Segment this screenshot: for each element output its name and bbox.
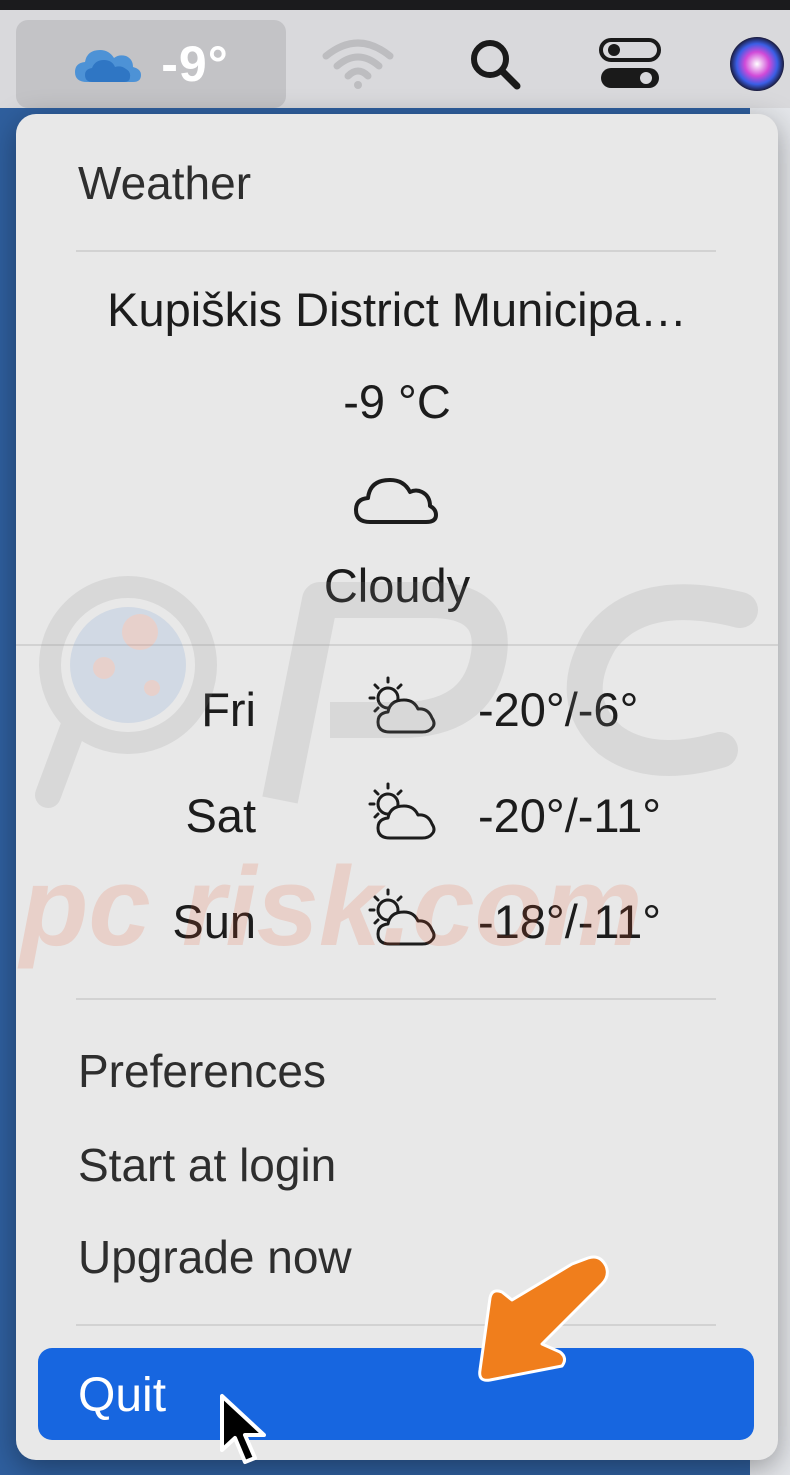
menu-bar: -9° <box>0 0 790 108</box>
forecast-day: Fri <box>201 683 256 736</box>
separator <box>76 998 716 1000</box>
wifi-icon <box>322 39 394 89</box>
menu-item-start-at-login[interactable]: Start at login <box>78 1138 336 1192</box>
partly-cloudy-icon <box>368 782 436 840</box>
menu-item-upgrade-now[interactable]: Upgrade now <box>78 1230 352 1284</box>
search-icon <box>471 40 521 90</box>
weather-dropdown-menu: Weather Kupiškis District Municipa… -9 °… <box>16 114 778 1460</box>
cloud-icon <box>354 478 438 524</box>
spotlight-search[interactable] <box>455 20 535 108</box>
mouse-cursor-icon <box>220 1394 266 1464</box>
forecast-row: Sat -20°/-11° <box>16 768 778 858</box>
siri-button[interactable] <box>720 20 790 108</box>
forecast-row: Fri -20°/-6° <box>16 662 778 752</box>
partly-cloudy-icon <box>368 676 436 734</box>
weather-condition: Cloudy <box>323 559 471 612</box>
current-temperature: -9 °C <box>343 375 451 428</box>
menubar-weather-item[interactable]: -9° <box>16 20 286 108</box>
forecast-row: Sun -18°/-11° <box>16 874 778 964</box>
forecast-day: Sun <box>172 895 256 948</box>
quit-menu-item[interactable]: Quit <box>38 1348 754 1440</box>
wifi-status[interactable] <box>318 20 398 108</box>
partly-cloudy-icon <box>368 888 436 946</box>
siri-icon <box>730 37 784 91</box>
cloud-icon <box>75 50 142 82</box>
location-name: Kupiškis District Municipa… <box>107 283 687 336</box>
control-center-icon <box>599 38 661 88</box>
menubar-temperature: -9° <box>161 36 229 92</box>
menu-title: Weather <box>78 157 252 209</box>
forecast-temperature-range: -20°/-11° <box>478 789 662 842</box>
forecast-day: Sat <box>185 789 256 842</box>
forecast-temperature-range: -20°/-6° <box>478 683 639 736</box>
control-center[interactable] <box>590 20 670 108</box>
quit-label: Quit <box>78 1369 167 1422</box>
menu-item-preferences[interactable]: Preferences <box>78 1044 326 1098</box>
forecast-temperature-range: -18°/-11° <box>478 895 662 948</box>
separator <box>16 644 778 646</box>
separator <box>76 1324 716 1326</box>
annotation-arrow <box>478 1255 609 1382</box>
separator <box>76 250 716 252</box>
